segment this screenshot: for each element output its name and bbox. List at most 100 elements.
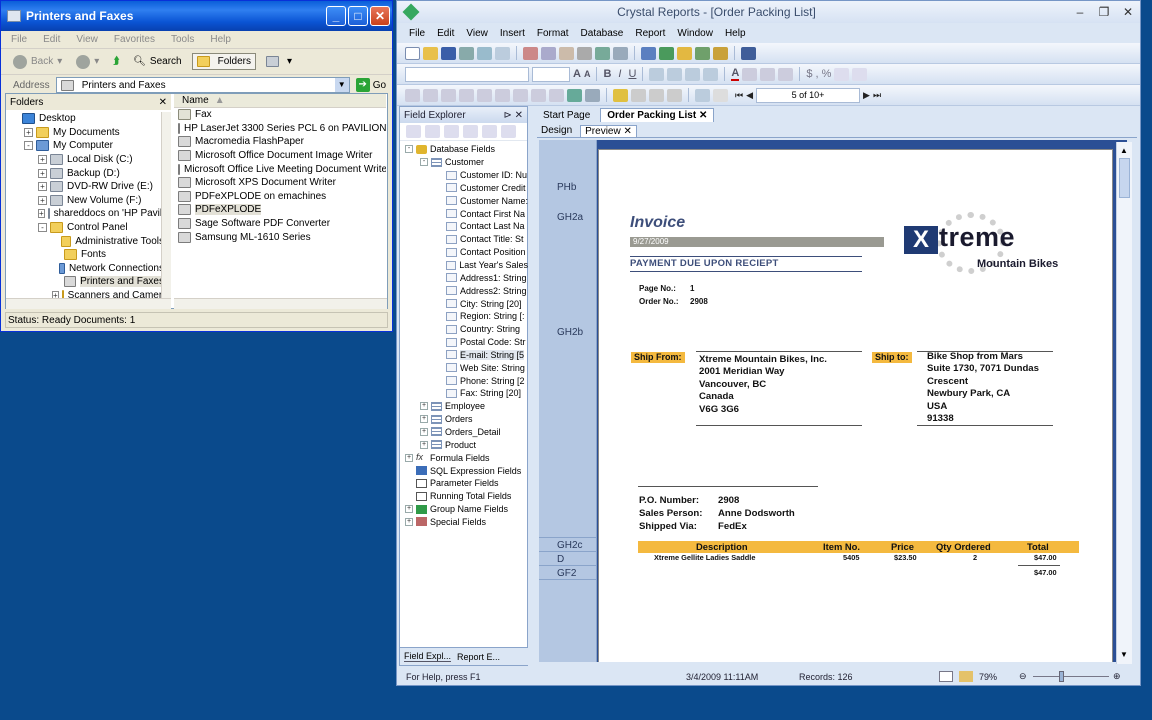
currency-icon[interactable]: $	[806, 68, 812, 80]
print-preview-icon[interactable]	[477, 46, 492, 60]
folder-tree-hscrollbar[interactable]	[6, 298, 171, 309]
bold-icon[interactable]: B	[603, 68, 611, 80]
folder-tree-item[interactable]: + Local Disk (C:)	[6, 153, 164, 167]
justify-icon[interactable]	[703, 67, 719, 81]
views-button[interactable]: ▾	[262, 54, 296, 69]
tab-report-explorer[interactable]: Report E...	[457, 652, 500, 662]
ship-to-label[interactable]: Ship to:	[872, 352, 912, 363]
last-page-icon[interactable]: ⏭	[873, 90, 881, 101]
sales-person-label[interactable]: Sales Person:	[639, 508, 702, 521]
minimize-button[interactable]: _	[326, 6, 346, 26]
menu-edit[interactable]: Edit	[437, 28, 454, 39]
field-tree-item[interactable]: Customer Name:	[400, 194, 528, 207]
field-tree-item[interactable]: SQL Expression Fields	[400, 464, 528, 477]
filter-icon[interactable]	[667, 88, 682, 102]
menu-view[interactable]: View	[76, 34, 98, 45]
insert-chart-icon[interactable]	[567, 88, 582, 102]
field-tree-item[interactable]: E-mail: String [5	[400, 349, 528, 362]
browse-icon[interactable]	[425, 125, 440, 138]
section-gh2b[interactable]: GH2b	[557, 327, 583, 338]
menu-format[interactable]: Format	[537, 28, 569, 39]
close-button[interactable]: ✕	[1116, 5, 1140, 19]
menu-file[interactable]: File	[409, 28, 425, 39]
explorer-title-bar[interactable]: Printers and Faxes _ □ ✕	[1, 1, 392, 31]
expander-icon[interactable]: -	[24, 141, 33, 151]
insert-group-icon[interactable]	[423, 88, 438, 102]
page-no-label[interactable]: Page No.:	[639, 284, 676, 293]
folder-tree-item[interactable]: + Backup (D:)	[6, 166, 164, 180]
expander-icon[interactable]: +	[420, 440, 428, 449]
address-line[interactable]: Canada	[699, 391, 827, 403]
grand-total[interactable]: $47.00	[1034, 568, 1057, 577]
folder-tree-item[interactable]: + shareddocs on 'HP Pavilion	[6, 207, 164, 221]
format-icon[interactable]	[760, 67, 776, 81]
folder-tree-item[interactable]: + My Documents	[6, 126, 164, 140]
insert-subreport-icon[interactable]	[495, 88, 510, 102]
field-tree-item[interactable]: + Orders	[400, 413, 528, 426]
expander-icon[interactable]: +	[52, 291, 59, 298]
menu-tools[interactable]: Tools	[171, 34, 194, 45]
list-item[interactable]: HP LaserJet 3300 Series PCL 6 on PAVILIO…	[174, 122, 386, 136]
expander-icon[interactable]: +	[405, 453, 413, 462]
folder-tree-item[interactable]: Printers and Faxes	[6, 275, 164, 289]
field-explorer-icon[interactable]	[641, 46, 656, 60]
order-no-value[interactable]: 2908	[690, 297, 708, 306]
tab-order-packing-list[interactable]: Order Packing List ✕	[600, 108, 715, 122]
menu-help[interactable]: Help	[210, 34, 231, 45]
insert-map-icon[interactable]	[585, 88, 600, 102]
row-price[interactable]: $23.50	[894, 553, 917, 562]
go-button[interactable]: ➔ Go	[355, 78, 386, 92]
field-tree-item[interactable]: - Database Fields	[400, 143, 528, 156]
font-color-icon[interactable]: A	[731, 67, 740, 81]
dependency-checker-icon[interactable]	[695, 46, 710, 60]
list-item[interactable]: PDFeXPLODE	[174, 203, 386, 217]
page-no-value[interactable]: 1	[690, 284, 694, 293]
menu-insert[interactable]: Insert	[500, 28, 525, 39]
list-item[interactable]: Sage Software PDF Converter	[174, 217, 386, 231]
expander-icon[interactable]: +	[38, 195, 47, 205]
forward-button[interactable]: ▾	[72, 53, 103, 71]
field-tree-item[interactable]: - Customer	[400, 156, 528, 169]
zoom-in-icon[interactable]: ⊕	[1113, 671, 1121, 682]
address-line[interactable]: Bike Shop from Mars	[927, 351, 1039, 363]
company-logo-subtitle[interactable]: Mountain Bikes	[977, 258, 1058, 270]
increase-decimals-icon[interactable]	[834, 67, 850, 81]
field-tree-item[interactable]: City: String [20]	[400, 297, 528, 310]
order-no-label[interactable]: Order No.:	[639, 297, 679, 306]
address-line[interactable]: 2001 Meridian Way	[699, 366, 827, 378]
address-line[interactable]: Xtreme Mountain Bikes, Inc.	[699, 354, 827, 366]
delete-icon[interactable]	[501, 125, 516, 138]
new-icon[interactable]	[405, 46, 420, 60]
expander-icon[interactable]: +	[420, 402, 428, 411]
expander-icon[interactable]: +	[38, 155, 47, 165]
up-folder-button[interactable]: ⮭	[109, 54, 123, 69]
field-tree-item[interactable]: + Product	[400, 438, 528, 451]
print-icon[interactable]	[459, 46, 474, 60]
field-tree-item[interactable]: + Special Fields	[400, 515, 528, 528]
col-total[interactable]: Total	[1027, 541, 1049, 552]
zoom-slider[interactable]	[1033, 676, 1109, 677]
address-dropdown-icon[interactable]: ▼	[334, 78, 349, 92]
save-icon[interactable]	[441, 46, 456, 60]
stop-icon[interactable]	[713, 88, 728, 102]
border-icon[interactable]	[742, 67, 758, 81]
first-page-icon[interactable]: ⏮	[735, 90, 743, 101]
po-value[interactable]: 2908	[718, 495, 739, 508]
back-button[interactable]: Back ▾	[9, 53, 66, 71]
insert-summary-icon[interactable]	[441, 88, 456, 102]
row-item-no[interactable]: 5405	[843, 553, 859, 562]
repository-icon[interactable]	[677, 46, 692, 60]
close-tab-icon[interactable]: ✕	[699, 110, 707, 121]
field-tree-item[interactable]: Contact Title: St	[400, 233, 528, 246]
row-qty[interactable]: 2	[973, 553, 977, 562]
undo-icon[interactable]	[595, 46, 610, 60]
scroll-down-icon[interactable]: ▼	[1120, 650, 1128, 659]
page-number-field[interactable]: 5 of 10+	[756, 87, 861, 103]
folder-tree-item[interactable]: Desktop	[6, 112, 164, 126]
insert-to-report-icon[interactable]	[406, 125, 421, 138]
folder-tree-item[interactable]: + Scanners and Cameras	[6, 289, 164, 298]
insert-olap-icon[interactable]	[477, 88, 492, 102]
folders-button[interactable]: Folders	[191, 53, 256, 70]
ship-from-label[interactable]: Ship From:	[631, 352, 685, 363]
address-field[interactable]: Printers and Faxes ▼	[55, 77, 350, 93]
